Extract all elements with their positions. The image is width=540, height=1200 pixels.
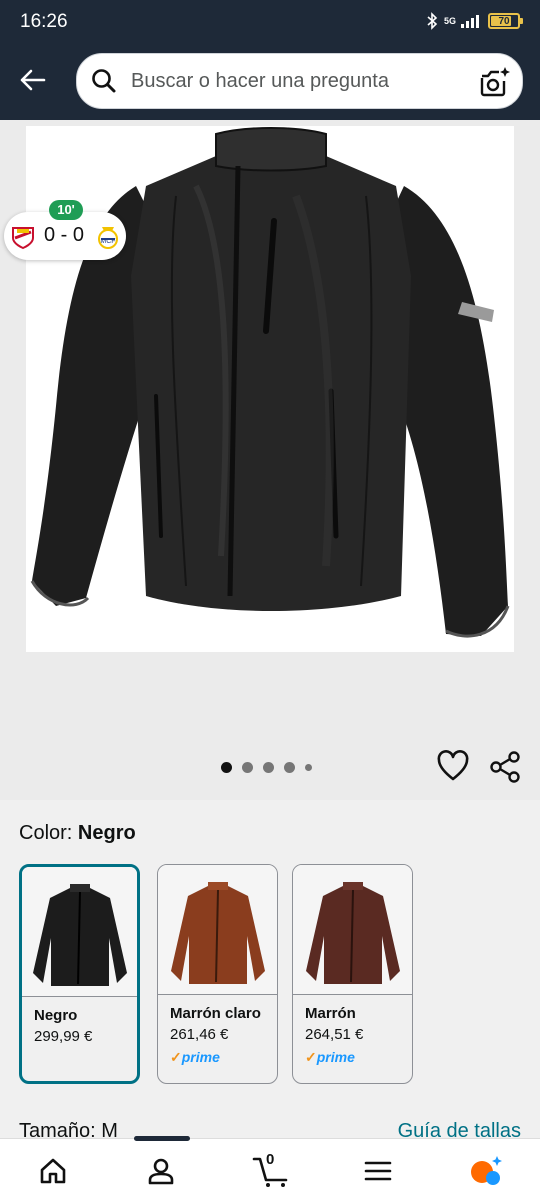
jacket-thumbnail-light-brown: [170, 882, 265, 984]
nav-active-indicator: [134, 1136, 190, 1141]
search-icon: [91, 68, 117, 99]
swatch-image: [158, 865, 277, 995]
match-score: 0 - 0: [44, 224, 85, 246]
status-icons: 5G 70: [426, 12, 523, 30]
bottom-navigation: 0: [0, 1136, 540, 1200]
color-swatch-negro[interactable]: Negro 299,99 €: [19, 864, 140, 1084]
jacket-thumbnail-black: [32, 884, 127, 986]
signal-icon: [461, 15, 479, 28]
jacket-thumbnail-brown: [305, 882, 400, 984]
color-swatch-marron[interactable]: Marrón 264,51 € ✓prime: [292, 864, 413, 1084]
color-variations-section: Color: Negro Negro 299,99 € Marrón claro…: [0, 800, 540, 1140]
product-gallery[interactable]: 10' 0 - 0 MCF: [0, 120, 540, 800]
bluetooth-icon: [427, 12, 438, 30]
swatch-price: 264,51 €: [305, 1026, 364, 1043]
svg-text:MCF: MCF: [100, 238, 115, 245]
selected-color-value: Negro: [77, 822, 136, 844]
pagination-dot[interactable]: [263, 762, 274, 773]
back-button[interactable]: [12, 62, 52, 98]
match-minute-badge: 10': [49, 200, 83, 220]
pagination-dot[interactable]: [284, 762, 295, 773]
status-time: 16:26: [20, 11, 68, 32]
pagination-dot[interactable]: [242, 762, 253, 773]
swatch-price: 261,46 €: [170, 1026, 229, 1043]
wishlist-button[interactable]: [436, 750, 470, 782]
search-bar[interactable]: Buscar o hacer una pregunta: [76, 53, 523, 109]
battery-icon: 70: [488, 13, 523, 29]
heart-icon: [437, 750, 469, 781]
pagination-dot-active[interactable]: [221, 762, 232, 773]
color-label: Color: Negro: [19, 822, 136, 845]
swatch-name: Marrón claro: [170, 1005, 261, 1022]
app-header: Buscar o hacer una pregunta: [0, 44, 540, 120]
prime-label: prime: [316, 1049, 355, 1065]
leather-jacket-image: [30, 127, 510, 638]
swatch-name: Marrón: [305, 1005, 356, 1022]
nav-menu[interactable]: [358, 1151, 398, 1191]
network-type-label: 5G: [443, 16, 456, 26]
swatch-name: Negro: [34, 1007, 78, 1024]
away-team-crest-icon: MCF: [98, 227, 118, 249]
user-icon: [148, 1158, 174, 1185]
live-score-widget[interactable]: 10' 0 - 0 MCF: [4, 200, 126, 260]
camera-search-button[interactable]: [476, 64, 512, 100]
share-icon: [490, 751, 520, 783]
swatch-image: [22, 867, 137, 997]
size-row: Tamaño: M Guía de tallas: [0, 1116, 540, 1142]
pagination-dot[interactable]: [305, 764, 312, 771]
search-input[interactable]: Buscar o hacer una pregunta: [131, 70, 389, 93]
check-icon: ✓: [305, 1049, 317, 1065]
hamburger-menu-icon: [364, 1161, 392, 1181]
nav-home[interactable]: [33, 1151, 73, 1191]
camera-sparkle-icon: [480, 67, 510, 97]
gallery-pagination: [221, 762, 312, 773]
nav-rufus-assistant[interactable]: [466, 1151, 506, 1191]
swatch-price: 299,99 €: [34, 1028, 93, 1045]
color-label-prefix: Color:: [19, 822, 78, 844]
cart-count: 0: [266, 1151, 275, 1168]
battery-level: 70: [498, 15, 510, 27]
nav-account[interactable]: [141, 1151, 181, 1191]
arrow-left-icon: [20, 69, 46, 91]
prime-badge: ✓prime: [305, 1049, 412, 1066]
home-team-crest-icon: [12, 227, 34, 250]
swatch-image: [293, 865, 412, 995]
prime-badge: ✓prime: [170, 1049, 277, 1066]
status-bar: 16:26 5G 70: [0, 0, 540, 44]
product-image[interactable]: [26, 126, 514, 652]
prime-label: prime: [181, 1049, 220, 1065]
assistant-chat-icon: [471, 1156, 502, 1185]
nav-cart[interactable]: 0: [250, 1151, 294, 1191]
color-swatch-marron-claro[interactable]: Marrón claro 261,46 € ✓prime: [157, 864, 278, 1084]
check-icon: ✓: [170, 1049, 182, 1065]
home-icon: [40, 1158, 66, 1184]
share-button[interactable]: [488, 750, 522, 784]
